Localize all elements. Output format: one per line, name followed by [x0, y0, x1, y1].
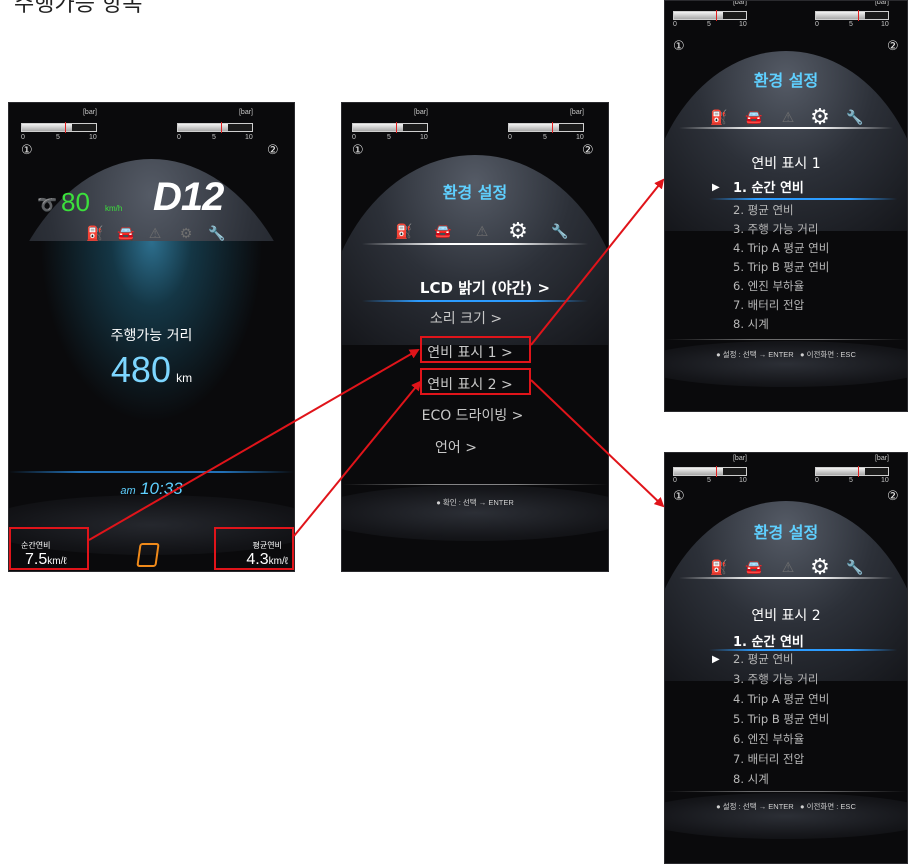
range-value-group: 480 km — [9, 349, 294, 391]
settings-title: 환경 설정 — [442, 183, 508, 202]
footer-divider — [665, 339, 907, 340]
icon-row-divider — [362, 243, 588, 245]
highlight-average-fuel — [214, 527, 294, 570]
gauge-number-2: ② — [887, 489, 899, 504]
selection-pointer: ▶ — [712, 182, 720, 193]
list-item-clock[interactable]: 8. 시계 — [733, 771, 769, 787]
icon-row-divider — [679, 127, 893, 129]
list-item-average-fuel[interactable]: 2. 평균 연비 — [733, 202, 794, 218]
selected-underline — [362, 300, 588, 302]
footer-divider — [665, 791, 907, 792]
icon-row-divider — [679, 577, 893, 579]
selected-underline — [709, 649, 897, 651]
gauge-number-2: ② — [582, 143, 594, 158]
settings-title: 환경 설정 — [753, 523, 819, 542]
list-item-instant-fuel[interactable]: 1. 순간 연비 — [733, 177, 804, 196]
list-item-battery-voltage[interactable]: 7. 배터리 전압 — [733, 297, 804, 313]
list-item-range[interactable]: 3. 주행 가능 거리 — [733, 221, 818, 237]
highlight-instant-fuel — [9, 527, 89, 570]
home-screen: [bar] 0 5 10 [bar] 0 5 10 ① ② ➰ 80 km/h D12 … — [8, 102, 295, 572]
list-item-range[interactable]: 3. 주행 가능 거리 — [733, 671, 818, 687]
gauge-unit: [bar] — [82, 109, 97, 116]
fuel-display-footer: ● 설정 : 선택 → ENTER ● 이전화면 : ESC — [716, 802, 856, 811]
range-unit: km — [176, 371, 193, 385]
list-item-clock[interactable]: 8. 시계 — [733, 316, 769, 332]
gear-icon[interactable]: ⚙ — [508, 219, 528, 245]
list-item-trip-a[interactable]: 4. Trip A 평균 연비 — [733, 691, 829, 707]
speed-unit: km/h — [105, 204, 123, 213]
diagram-header: 주행가능 항목 — [14, 0, 143, 17]
footer-lens — [342, 485, 608, 541]
cruise-icon: ➰ — [37, 195, 57, 214]
fuel-display-2-screen: [bar] 0 5 10 [bar] 0 5 10 ① ② 환경 설정 ⛽ 🚘 ⚠ ⚙ … — [664, 452, 908, 864]
range-value: 480 — [110, 349, 171, 390]
list-item-average-fuel[interactable]: 2. 평균 연비 — [733, 651, 794, 667]
fuel-display-heading: 연비 표시 1 — [751, 156, 821, 172]
settings-title: 환경 설정 — [753, 71, 819, 90]
gauge-number-2: ② — [267, 143, 279, 158]
highlight-fuel-display-1 — [420, 336, 531, 363]
list-item-engine-load[interactable]: 6. 엔진 부하율 — [733, 731, 804, 747]
list-item-battery-voltage[interactable]: 7. 배터리 전압 — [733, 751, 804, 767]
footer-lens — [665, 793, 907, 839]
fuel-icon: ⛽ — [395, 224, 413, 240]
gauge-number-1: ① — [352, 143, 364, 158]
selected-underline — [709, 198, 897, 200]
menu-item-volume[interactable]: 소리 크기 > — [342, 308, 608, 328]
gauge-number-2: ② — [887, 39, 899, 54]
pressure-gauges: [bar] 0 5 10 [bar] 0 5 10 ① ② — [673, 0, 899, 54]
settings-footer: ● 확인 : 선택 → ENTER — [436, 498, 514, 507]
fuel-display-footer: ● 설정 : 선택 → ENTER ● 이전화면 : ESC — [716, 350, 856, 359]
pressure-gauges: [bar] 0 5 10 [bar] 0 5 10 ① ② — [673, 455, 899, 504]
range-label: 주행가능 거리 — [110, 328, 193, 344]
menu-item-eco-driving[interactable]: ECO 드라이빙 > — [342, 405, 608, 425]
menu-item-language[interactable]: 언어 > — [342, 437, 608, 457]
gear-indicator: D12 — [153, 175, 224, 219]
list-item-instant-fuel[interactable]: 1. 순간 연비 — [733, 631, 804, 650]
gauge-number-1: ① — [673, 489, 685, 504]
warning-icon: ⚠ — [475, 224, 489, 240]
range-divider — [9, 471, 294, 473]
gauge-number-1: ① — [21, 143, 33, 158]
fuel-display-heading: 연비 표시 2 — [751, 608, 821, 624]
pressure-gauges: [bar] 0 5 10 [bar] 0 5 10 ① ② — [352, 109, 594, 158]
menu-item-lcd-brightness[interactable]: LCD 밝기 (야간) > — [362, 277, 608, 298]
gauge-unit: [bar] — [238, 109, 253, 116]
lane-departure-icon — [136, 543, 160, 567]
speed-value: 80 — [61, 187, 90, 217]
gauge-number-1: ① — [673, 39, 685, 54]
footer-lens — [665, 341, 907, 387]
fuel-display-1-screen: [bar] 0 5 10 [bar] 0 5 10 ① ② 환경 설정 ⛽ 🚘 ⚠ ⚙ … — [664, 0, 908, 412]
selection-pointer: ▶ — [712, 654, 720, 665]
settings-icon-row: ⛽ 🚘 ⚠ ⚙ 🔧 — [342, 219, 608, 245]
car-icon: 🚘 — [434, 224, 452, 240]
list-item-trip-b[interactable]: 5. Trip B 평균 연비 — [733, 259, 829, 275]
list-item-trip-b[interactable]: 5. Trip B 평균 연비 — [733, 711, 829, 727]
wrench-icon: 🔧 — [551, 224, 569, 240]
pressure-gauges: [bar] 0 5 10 [bar] 0 5 10 ① ② — [21, 109, 279, 158]
highlight-fuel-display-2 — [420, 368, 531, 395]
list-item-trip-a[interactable]: 4. Trip A 평균 연비 — [733, 240, 829, 256]
list-item-engine-load[interactable]: 6. 엔진 부하율 — [733, 278, 804, 294]
